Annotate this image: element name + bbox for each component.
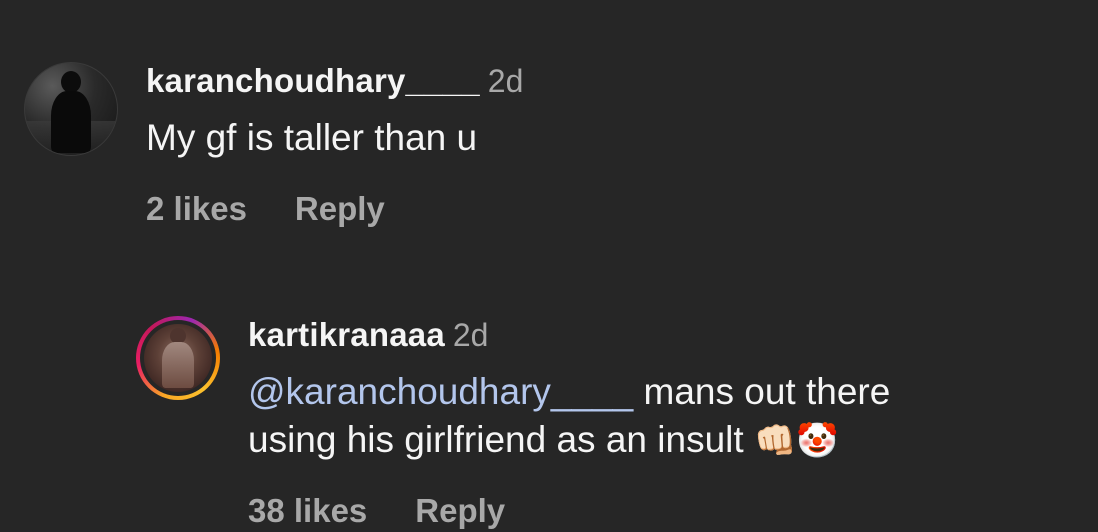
avatar-photo-silhouette [51,91,91,153]
likes-count[interactable]: 38 likes [248,492,367,529]
comment-header: kartikranaaa 2d [248,316,488,354]
comment-text-line-2: using his girlfriend as an insult [248,419,754,460]
comment-timestamp: 2d [452,317,489,353]
avatar[interactable] [24,62,118,156]
comment-username[interactable]: kartikranaaa [248,316,445,353]
likes-count[interactable]: 2 likes [146,190,247,227]
comment-username[interactable]: karanchoudhary____ [146,62,480,99]
comment-actions: 2 likes Reply [146,190,385,228]
mention-link[interactable]: @karanchoudhary____ [248,371,633,412]
avatar-photo-head [61,71,81,93]
avatar-photo-torso [162,342,194,388]
comment-text-line-1: mans out there [633,371,891,412]
comment-text: @karanchoudhary____ mans out there using… [248,368,890,465]
avatar[interactable] [144,324,212,392]
comment-timestamp: 2d [487,63,524,99]
reply-button[interactable]: Reply [415,492,505,529]
clown-emoji-icon: 🤡 [796,421,839,461]
comment-actions: 38 likes Reply [248,492,505,530]
reply-button[interactable]: Reply [295,190,385,227]
comment-text: My gf is taller than u [146,117,478,158]
comment-header: karanchoudhary____ 2d [146,62,523,100]
fist-emoji-icon: 👊🏻 [753,421,797,461]
